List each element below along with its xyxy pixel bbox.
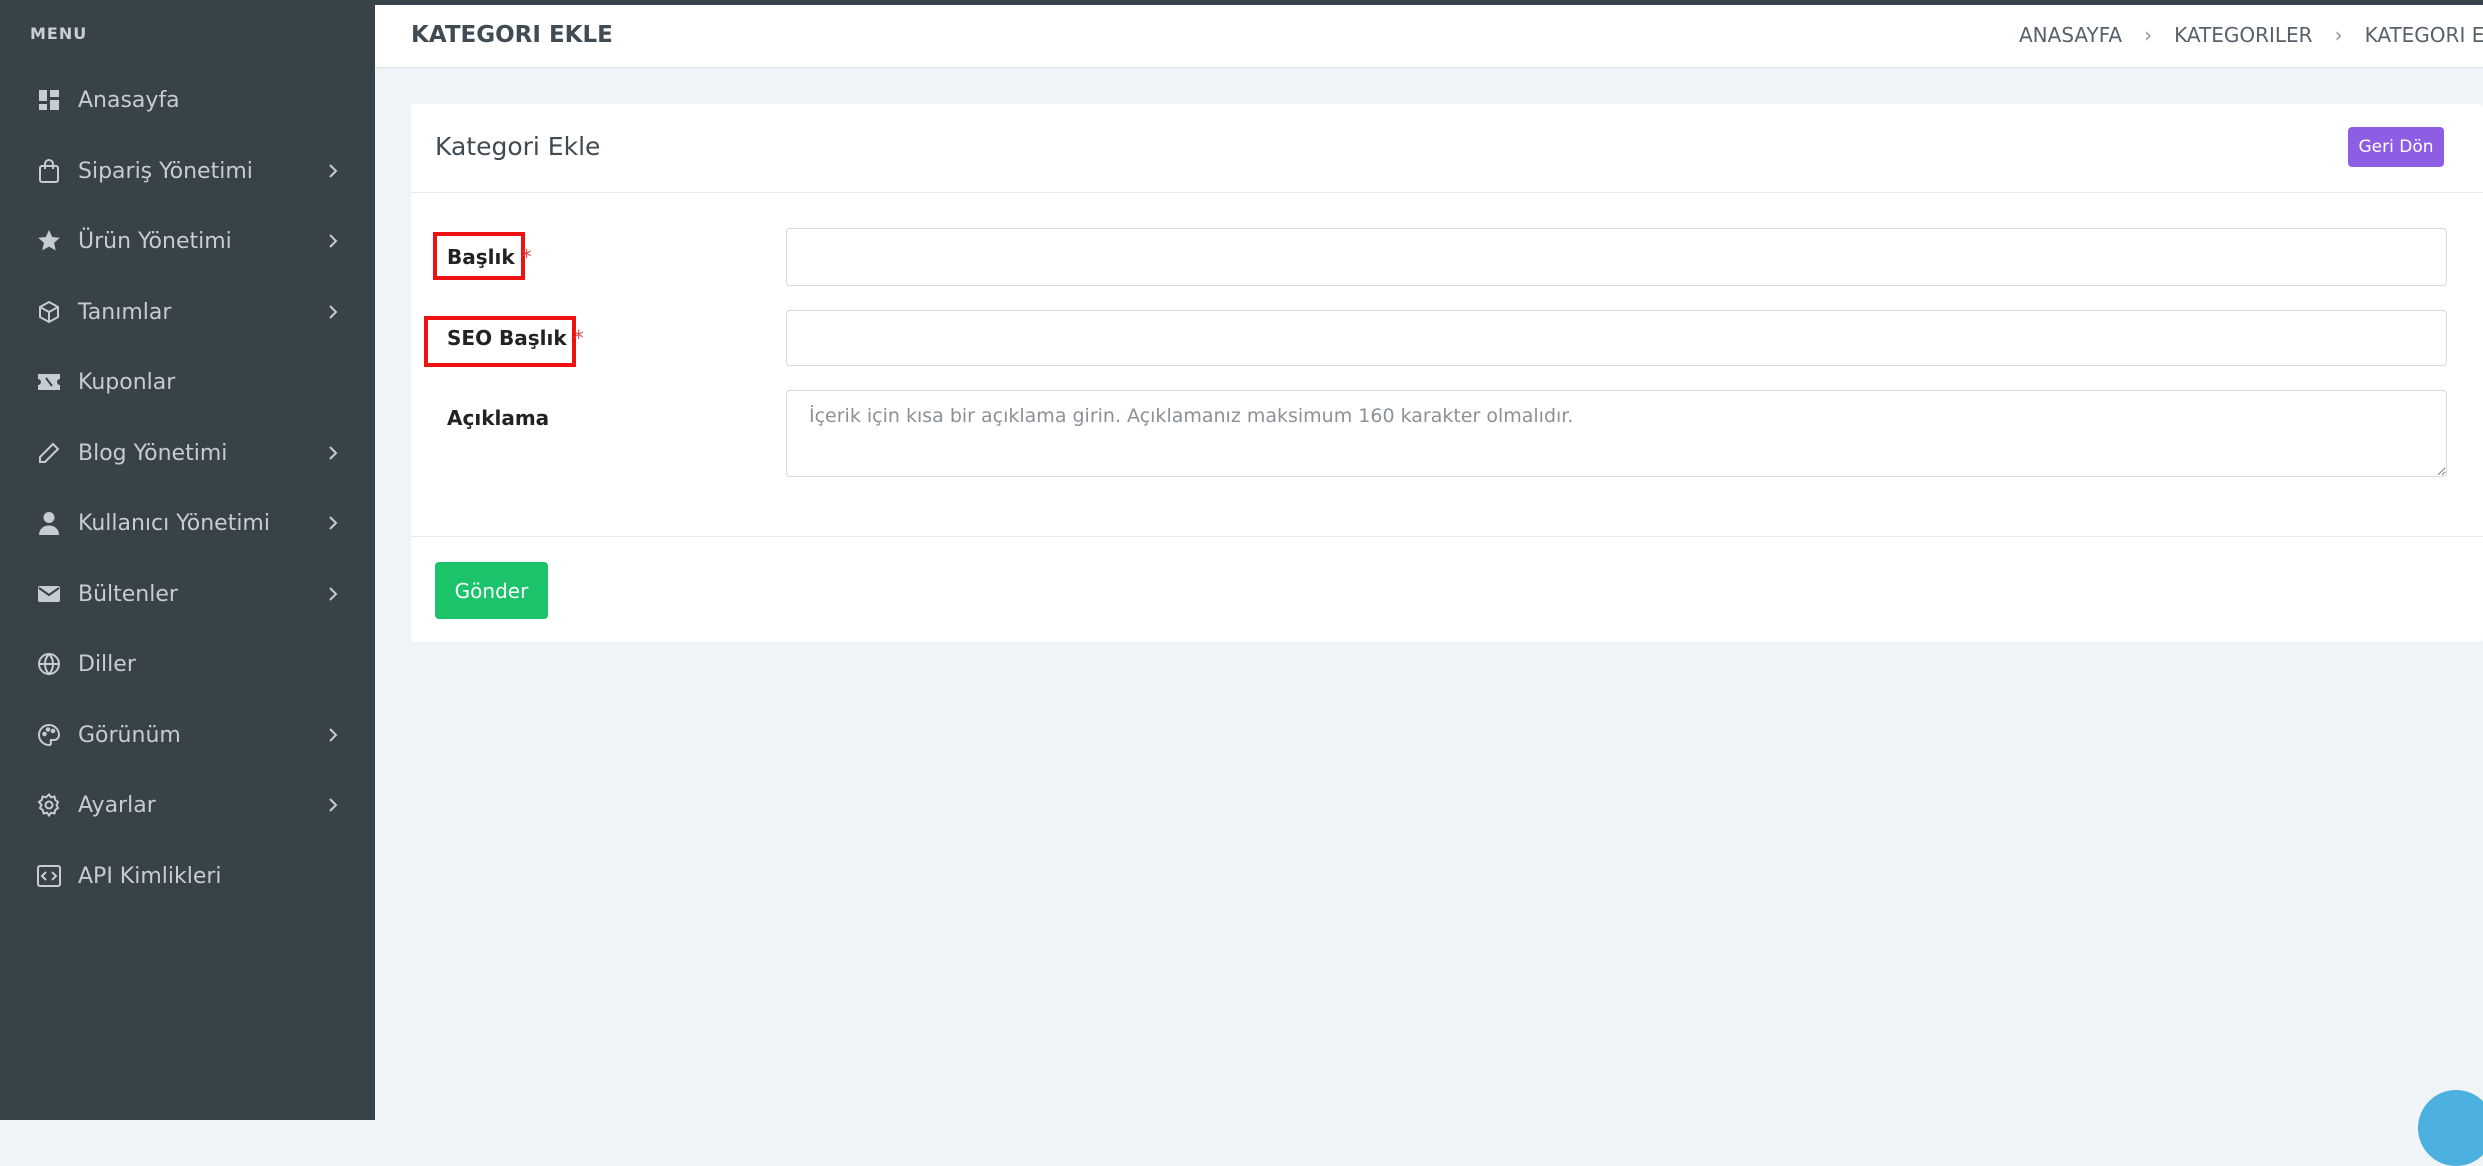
chevron-right-icon — [324, 303, 342, 321]
chevron-right-icon — [324, 796, 342, 814]
user-icon — [36, 510, 62, 536]
card-header: Kategori Ekle Geri Dön — [411, 104, 2483, 193]
breadcrumb-separator-icon: › — [2144, 23, 2153, 47]
chevron-right-icon — [324, 162, 342, 180]
gear-icon — [36, 792, 62, 818]
chevron-right-icon — [324, 726, 342, 744]
sidebar-item-tanimlar[interactable]: Tanımlar — [0, 282, 375, 342]
description-textarea[interactable] — [786, 390, 2447, 477]
sidebar-item-label: Sipariş Yönetimi — [78, 158, 253, 184]
sidebar: MENU Anasayfa Sipariş Yönetimi Ürün Yöne… — [0, 0, 375, 1120]
seo-title-label: SEO Başlık * — [447, 326, 584, 350]
star-icon — [36, 228, 62, 254]
sidebar-item-label: Ürün Yönetimi — [78, 228, 232, 254]
card-title: Kategori Ekle — [435, 132, 601, 161]
title-input[interactable] — [786, 228, 2447, 286]
sidebar-item-blog-yonetimi[interactable]: Blog Yönetimi — [0, 423, 375, 483]
menu-heading: MENU — [30, 24, 88, 43]
mail-icon — [36, 581, 62, 607]
palette-icon — [36, 722, 62, 748]
sidebar-item-api-kimlikleri[interactable]: API Kimlikleri — [0, 846, 375, 906]
sidebar-item-label: Anasayfa — [78, 87, 180, 113]
breadcrumb-item-kategoriler[interactable]: KATEGORILER — [2174, 23, 2312, 47]
chevron-right-icon — [324, 514, 342, 532]
card-footer-divider — [411, 536, 2483, 537]
sidebar-item-label: Bültenler — [78, 581, 178, 607]
dashboard-icon — [36, 87, 62, 113]
required-mark: * — [521, 245, 532, 269]
sidebar-item-label: Ayarlar — [78, 792, 156, 818]
sidebar-item-ayarlar[interactable]: Ayarlar — [0, 775, 375, 835]
pencil-icon — [36, 440, 62, 466]
description-label: Açıklama — [447, 406, 550, 430]
form-card: Kategori Ekle Geri Dön Başlık * SEO Başl… — [411, 104, 2483, 642]
code-icon — [36, 863, 62, 889]
page-title: KATEGORI EKLE — [411, 22, 613, 48]
ticket-icon — [36, 369, 62, 395]
breadcrumb-item-current: KATEGORI EKLE — [2364, 23, 2483, 47]
sidebar-item-siparis-yonetimi[interactable]: Sipariş Yönetimi — [0, 141, 375, 201]
chevron-right-icon — [324, 444, 342, 462]
sidebar-item-anasayfa[interactable]: Anasayfa — [0, 70, 375, 130]
sidebar-item-urun-yonetimi[interactable]: Ürün Yönetimi — [0, 211, 375, 271]
back-button[interactable]: Geri Dön — [2348, 127, 2444, 167]
box-icon — [36, 299, 62, 325]
globe-icon — [36, 651, 62, 677]
sidebar-item-gorunum[interactable]: Görünüm — [0, 705, 375, 765]
sidebar-item-diller[interactable]: Diller — [0, 634, 375, 694]
sidebar-item-label: Kullanıcı Yönetimi — [78, 510, 270, 536]
shopping-bag-icon — [36, 158, 62, 184]
title-label: Başlık * — [447, 245, 532, 269]
sidebar-item-kuponlar[interactable]: Kuponlar — [0, 352, 375, 412]
required-mark: * — [573, 326, 584, 350]
submit-button[interactable]: Gönder — [435, 562, 548, 619]
sidebar-item-label: Kuponlar — [78, 369, 176, 395]
floating-action-button[interactable] — [2418, 1090, 2483, 1166]
seo-title-label-text: SEO Başlık — [447, 326, 567, 350]
seo-title-input[interactable] — [786, 310, 2447, 366]
sidebar-item-label: Blog Yönetimi — [78, 440, 228, 466]
sidebar-item-label: Tanımlar — [78, 299, 172, 325]
sidebar-item-label: Görünüm — [78, 722, 181, 748]
breadcrumb-separator-icon: › — [2334, 23, 2343, 47]
breadcrumb-item-anasayfa[interactable]: ANASAYFA — [2019, 23, 2122, 47]
title-label-text: Başlık — [447, 245, 515, 269]
chevron-right-icon — [324, 585, 342, 603]
top-bar: KATEGORI EKLE ANASAYFA › KATEGORILER › K… — [375, 5, 2483, 68]
sidebar-item-bultenler[interactable]: Bültenler — [0, 564, 375, 624]
sidebar-item-label: API Kimlikleri — [78, 863, 222, 889]
chevron-right-icon — [324, 232, 342, 250]
breadcrumb: ANASAYFA › KATEGORILER › KATEGORI EKLE — [2019, 23, 2483, 47]
sidebar-item-label: Diller — [78, 651, 136, 677]
sidebar-item-kullanici-yonetimi[interactable]: Kullanıcı Yönetimi — [0, 493, 375, 553]
